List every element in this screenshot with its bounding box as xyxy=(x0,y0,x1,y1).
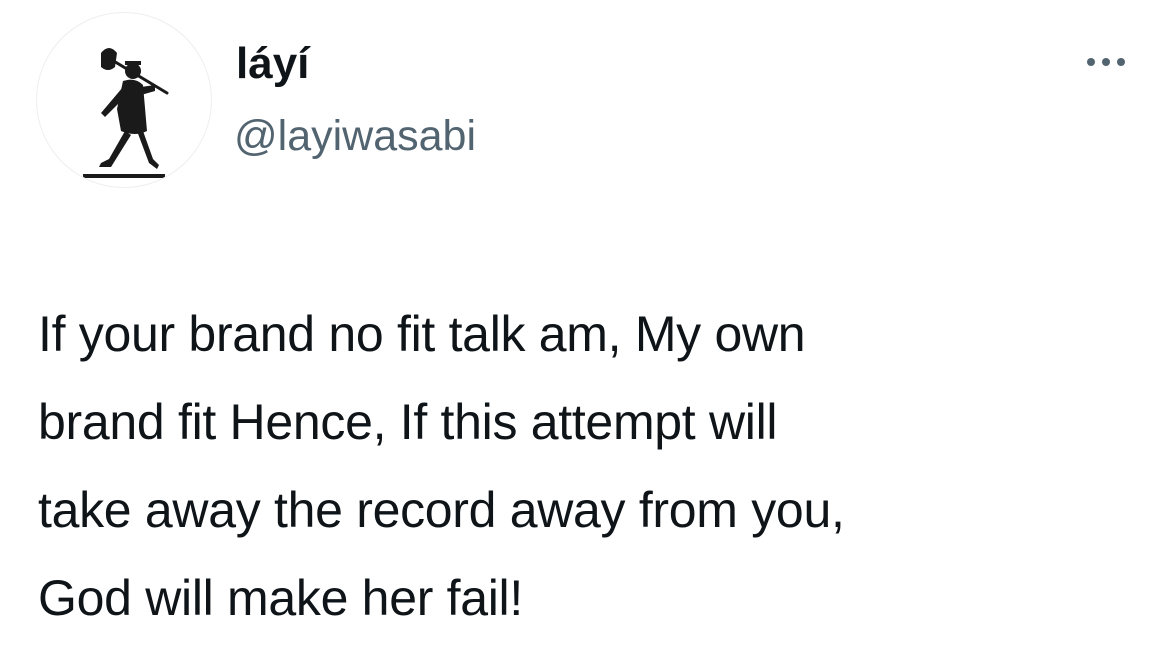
more-options-button[interactable] xyxy=(1076,44,1136,80)
user-handle[interactable]: @layiwasabi xyxy=(234,110,476,162)
tweet-card: láyí @layiwasabi If your brand no fit ta… xyxy=(0,0,1170,665)
display-name[interactable]: láyí xyxy=(236,38,309,90)
tweet-text: If your brand no fit talk am, My own bra… xyxy=(38,306,845,626)
avatar[interactable] xyxy=(36,12,212,188)
more-options-icon xyxy=(1087,58,1125,66)
walking-man-with-bindle-icon xyxy=(83,48,169,178)
